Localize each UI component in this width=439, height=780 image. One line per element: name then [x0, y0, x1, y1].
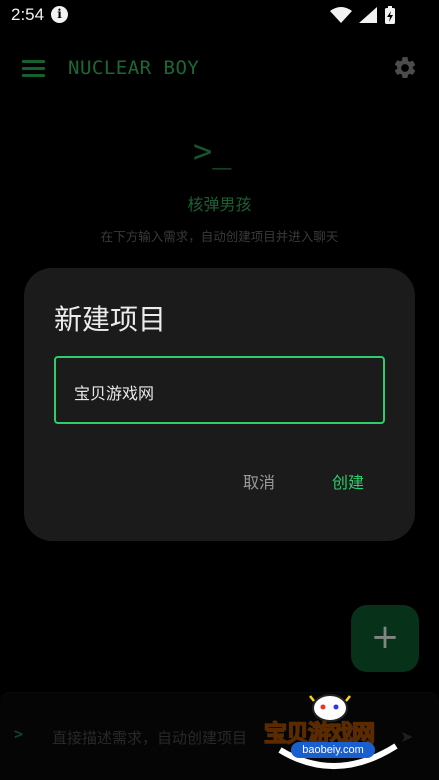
- status-time: 2:54: [11, 5, 45, 24]
- info-icon: i: [51, 6, 68, 23]
- new-project-dialog: 新建项目 宝贝游戏网 取消 创建: [24, 268, 415, 541]
- create-button[interactable]: 创建: [332, 469, 364, 493]
- wifi-icon: [330, 7, 352, 23]
- status-icons: [330, 6, 395, 24]
- watermark-logo: 宝贝游戏网 baobeiy.com: [258, 688, 416, 776]
- battery-charging-icon: [385, 6, 395, 24]
- watermark-url: baobeiy.com: [291, 742, 375, 758]
- project-name-value: 宝贝游戏网: [74, 384, 155, 403]
- cancel-button[interactable]: 取消: [243, 469, 275, 493]
- dialog-title: 新建项目: [54, 303, 167, 336]
- signal-icon: [359, 7, 377, 23]
- project-name-input[interactable]: 宝贝游戏网: [54, 356, 385, 424]
- status-bar: 2:54 i: [0, 0, 439, 32]
